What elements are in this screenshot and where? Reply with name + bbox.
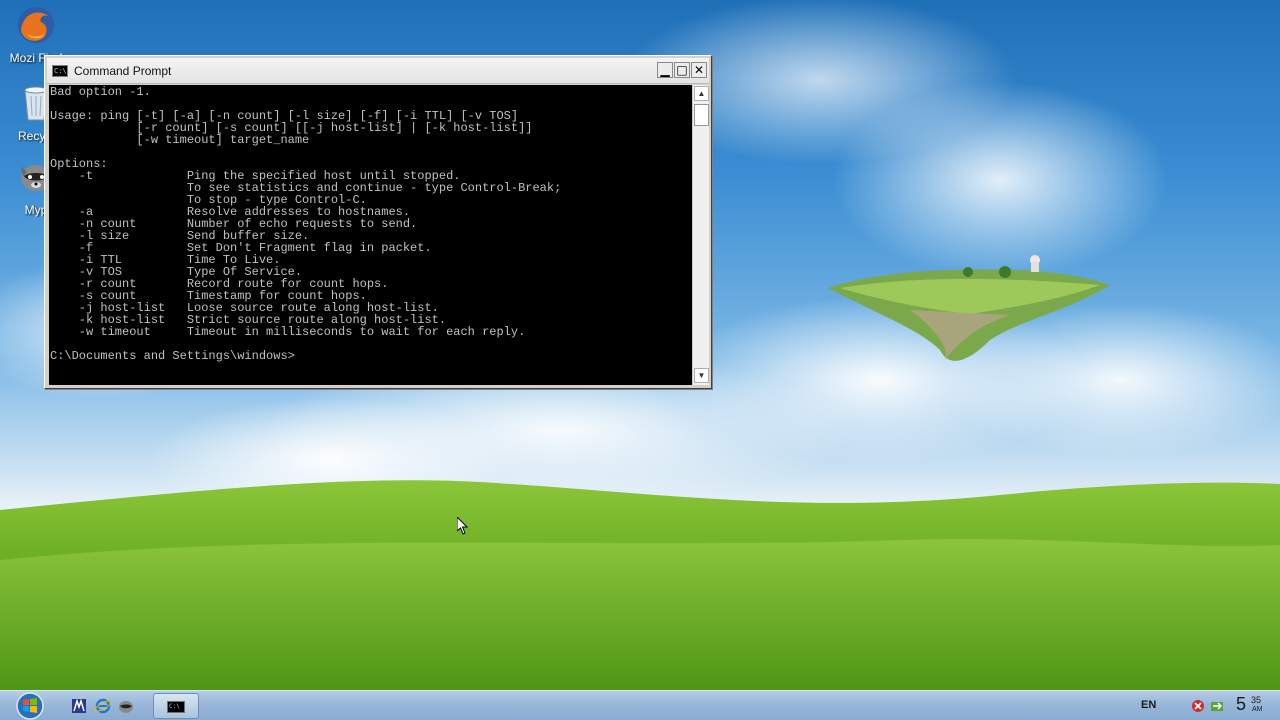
internet-explorer-icon[interactable] <box>94 697 112 715</box>
window-titlebar[interactable]: C:\ Command Prompt ▁ □ ✕ <box>47 58 709 84</box>
console-output[interactable]: Bad option -1. Usage: ping [-t] [-a] [-n… <box>49 85 692 385</box>
wallpaper-hills <box>0 480 1280 690</box>
console-line: [-w timeout] target_name <box>50 133 310 147</box>
scroll-down-button[interactable]: ▼ <box>694 368 709 383</box>
minimize-button[interactable]: ▁ <box>657 62 673 78</box>
raccoon-icon[interactable] <box>117 697 135 715</box>
network-error-icon[interactable] <box>1190 698 1206 714</box>
console-line: C:\Documents and Settings\windows> <box>50 349 295 363</box>
firefox-icon <box>18 7 54 43</box>
taskbar-item-command-prompt[interactable]: C:\ <box>153 693 199 719</box>
command-prompt-window[interactable]: C:\ Command Prompt ▁ □ ✕ Bad option -1. … <box>44 55 712 389</box>
scroll-up-button[interactable]: ▲ <box>694 86 709 101</box>
start-button[interactable] <box>12 691 48 720</box>
clock-minute: 35 <box>1251 695 1262 705</box>
mouse-cursor-icon <box>457 517 469 535</box>
sync-icon[interactable] <box>1209 698 1225 714</box>
system-clock[interactable]: 5 35 AM <box>1236 694 1263 715</box>
window-title: Command Prompt <box>74 64 172 78</box>
floating-island <box>828 255 1110 361</box>
scroll-thumb[interactable] <box>694 104 709 126</box>
console-text: Bad option -1. Usage: ping [-t] [-a] [-n… <box>50 86 692 362</box>
app-icon[interactable] <box>70 697 88 715</box>
language-indicator[interactable]: EN <box>1141 699 1156 711</box>
vertical-scrollbar[interactable]: ▲ ▼ <box>692 85 709 385</box>
clock-hour: 5 <box>1236 694 1247 714</box>
close-button[interactable]: ✕ <box>691 62 707 78</box>
clock-ampm: AM <box>1252 706 1263 713</box>
maximize-button[interactable]: □ <box>674 62 690 78</box>
console-line: -w timeout Timeout in milliseconds to wa… <box>50 325 526 339</box>
console-line: Bad option -1. <box>50 85 151 99</box>
taskbar: C:\ EN 5 35 AM <box>0 690 1280 720</box>
cmd-icon: C:\ <box>52 65 68 77</box>
cmd-icon: C:\ <box>167 701 185 713</box>
